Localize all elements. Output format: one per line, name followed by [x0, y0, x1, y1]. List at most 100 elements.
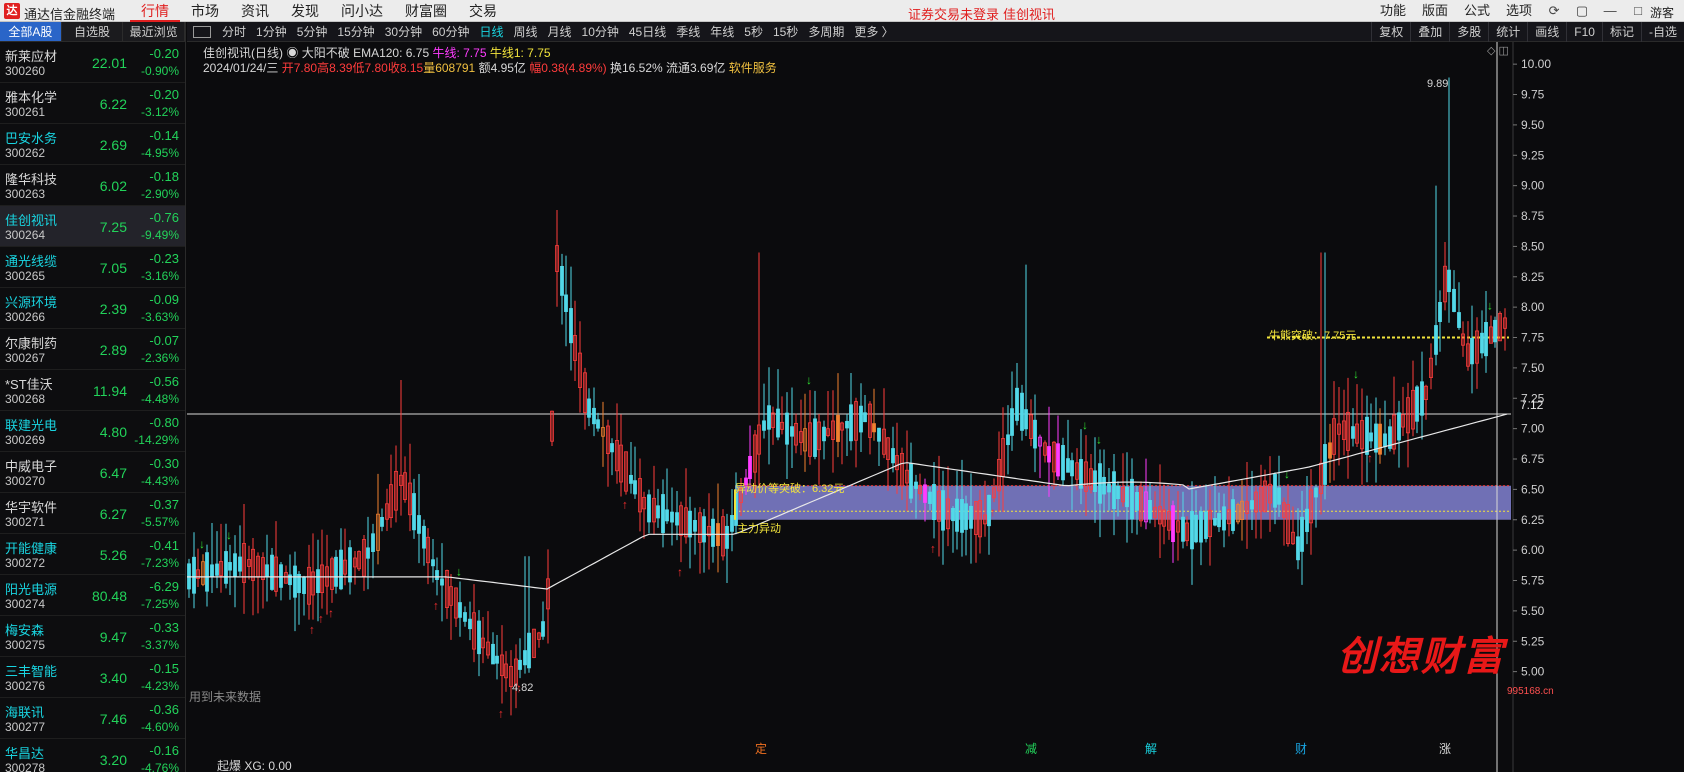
- minimize-icon[interactable]: —: [1596, 0, 1624, 22]
- chart-tool-button[interactable]: 统计: [1488, 22, 1527, 42]
- period-tab[interactable]: 45日线: [624, 22, 671, 42]
- period-tab[interactable]: 日线: [474, 22, 508, 42]
- period-tab[interactable]: 更多 〉: [849, 22, 898, 42]
- menu-formula[interactable]: 公式: [1456, 0, 1498, 22]
- candle-body: [215, 563, 219, 576]
- stock-price: 3.40: [99, 670, 127, 686]
- candle-body: [1250, 500, 1254, 510]
- chart-tool-button[interactable]: 叠加: [1410, 22, 1449, 42]
- chart-corner-icons[interactable]: ◇ ◫: [1487, 44, 1509, 57]
- candle-body: [955, 498, 959, 532]
- range-value: 幅0.38(4.89%): [529, 61, 607, 75]
- stock-code: 300272: [5, 556, 46, 570]
- stock-row[interactable]: 海联讯 300277 7.46 -0.36 -4.60%: [0, 698, 185, 739]
- period-tab[interactable]: 30分钟: [380, 22, 427, 42]
- stock-price: 6.47: [99, 465, 127, 481]
- tab-all-a-shares[interactable]: 全部A股: [0, 22, 62, 41]
- price-tick-label: 8.00: [1521, 300, 1545, 314]
- menu-function[interactable]: 功能: [1372, 0, 1414, 22]
- stock-row[interactable]: 华宇软件 300271 6.27 -0.37 -5.57%: [0, 493, 185, 534]
- period-tab[interactable]: 15秒: [768, 22, 803, 42]
- stock-row[interactable]: 新莱应材 300260 22.01 -0.20 -0.90%: [0, 42, 185, 83]
- stock-row[interactable]: 巴安水务 300262 2.69 -0.14 -4.95%: [0, 124, 185, 165]
- event-marker[interactable]: 解: [1145, 740, 1157, 757]
- main-menu-item[interactable]: 市场: [180, 0, 230, 22]
- period-tab[interactable]: 周线: [508, 22, 542, 42]
- kline-chart[interactable]: 10.00 9.75 9.50 9.25 9.00 8.75 8.50 8.25 8.00 7.7…: [187, 42, 1684, 772]
- period-tabs: 分时 1分钟 5分钟 15分钟 30分钟 60分钟 日线 周线 月线 10分钟 45日线 季线 年线 5秒…: [217, 22, 899, 42]
- window-icon[interactable]: ▢: [1568, 0, 1596, 22]
- maximize-icon[interactable]: □: [1624, 0, 1652, 22]
- main-menu-item[interactable]: 财富圈: [394, 0, 458, 22]
- candle-body: [339, 549, 343, 590]
- indicator-name[interactable]: 大阳不破: [302, 46, 350, 60]
- candle-body: [647, 494, 651, 523]
- stock-row[interactable]: 三丰智能 300276 3.40 -0.15 -4.23%: [0, 657, 185, 698]
- stock-row[interactable]: 隆华科技 300263 6.02 -0.18 -2.90%: [0, 165, 185, 206]
- stock-row[interactable]: 雅本化学 300261 6.22 -0.20 -3.12%: [0, 83, 185, 124]
- stock-row[interactable]: *ST佳沃 300268 11.94 -0.56 -4.48%: [0, 370, 185, 411]
- period-tab[interactable]: 月线: [543, 22, 577, 42]
- menu-layout[interactable]: 版面: [1414, 0, 1456, 22]
- price-tick-label: 6.50: [1521, 482, 1545, 496]
- stock-row[interactable]: 华昌达 300278 3.20 -0.16 -4.76%: [0, 739, 185, 772]
- main-menu-item[interactable]: 行情: [130, 0, 180, 22]
- event-marker[interactable]: 涨: [1439, 740, 1451, 757]
- period-tab[interactable]: 15分钟: [332, 22, 379, 42]
- chart-tool-button[interactable]: F10: [1566, 22, 1602, 42]
- event-marker[interactable]: 减: [1025, 740, 1037, 757]
- stock-change-pct: -3.12%: [140, 105, 179, 119]
- chart-tool-button[interactable]: 画线: [1527, 22, 1566, 42]
- stock-name: 兴源环境: [5, 295, 58, 310]
- period-tab[interactable]: 10分钟: [577, 22, 624, 42]
- candle-body: [1024, 409, 1028, 430]
- stock-price: 6.02: [99, 178, 127, 194]
- chart-tool-button[interactable]: -自选: [1641, 22, 1684, 42]
- candle-body: [1194, 514, 1198, 543]
- user-label[interactable]: 游客: [1650, 4, 1674, 21]
- stock-row[interactable]: 佳创视讯 300264 7.25 -0.76 -9.49%: [0, 206, 185, 247]
- stock-row[interactable]: 兴源环境 300266 2.39 -0.09 -3.63%: [0, 288, 185, 329]
- stock-row[interactable]: 梅安森 300275 9.47 -0.33 -3.37%: [0, 616, 185, 657]
- period-tab[interactable]: 5分钟: [292, 22, 333, 42]
- login-warning[interactable]: 证券交易未登录: [908, 4, 999, 23]
- candle-body: [1204, 511, 1208, 539]
- period-tab[interactable]: 多周期: [803, 22, 849, 42]
- main-menu-item[interactable]: 资讯: [230, 0, 280, 22]
- candle-body: [1107, 483, 1111, 493]
- candle-body: [1383, 433, 1387, 448]
- menu-options[interactable]: 选项: [1498, 0, 1540, 22]
- main-menu-item[interactable]: 问小达: [330, 0, 394, 22]
- tab-watchlist[interactable]: 自选股: [62, 22, 124, 41]
- stock-row[interactable]: 中威电子 300270 6.47 -0.30 -4.43%: [0, 452, 185, 493]
- period-tab[interactable]: 60分钟: [427, 22, 474, 42]
- chart-tool-button[interactable]: 多股: [1449, 22, 1488, 42]
- stock-row[interactable]: 通光线缆 300265 7.05 -0.23 -3.16%: [0, 247, 185, 288]
- panel-toggle-icon[interactable]: [193, 25, 211, 38]
- stock-row[interactable]: 开能健康 300272 5.26 -0.41 -7.23%: [0, 534, 185, 575]
- chart-tool-button[interactable]: 复权: [1371, 22, 1410, 42]
- main-menu-item[interactable]: 发现: [280, 0, 330, 22]
- candle-body: [1438, 302, 1442, 322]
- tab-recent[interactable]: 最近浏览: [123, 22, 185, 41]
- period-tab[interactable]: 季线: [671, 22, 705, 42]
- main-menu-item[interactable]: 交易: [458, 0, 508, 22]
- refresh-icon[interactable]: ⟳: [1540, 0, 1568, 22]
- price-tick-label: 7.50: [1521, 361, 1545, 375]
- stock-row[interactable]: 阳光电源 300274 80.48 -6.29 -7.25%: [0, 575, 185, 616]
- stock-code: 300277: [5, 720, 46, 734]
- period-tab[interactable]: 分时: [217, 22, 251, 42]
- stock-price: 11.94: [93, 383, 127, 399]
- stock-row[interactable]: 联建光电 300269 4.80 -0.80 -14.29%: [0, 411, 185, 452]
- period-tab[interactable]: 5秒: [739, 22, 768, 42]
- event-marker[interactable]: 定: [755, 740, 767, 757]
- period-tab[interactable]: 年线: [705, 22, 739, 42]
- period-tab[interactable]: 1分钟: [251, 22, 292, 42]
- candle-body: [1217, 513, 1221, 528]
- stock-row[interactable]: 尔康制药 300267 2.89 -0.07 -2.36%: [0, 329, 185, 370]
- candle-body: [872, 423, 876, 433]
- chart-tool-button[interactable]: 标记: [1601, 22, 1641, 42]
- candle-body: [238, 556, 242, 572]
- indicator-select-icon[interactable]: ◉: [286, 46, 298, 60]
- event-marker[interactable]: 财: [1295, 740, 1307, 757]
